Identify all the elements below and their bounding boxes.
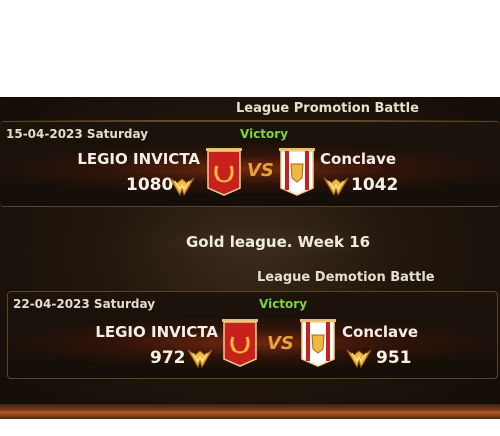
gold-wings-rank-icon — [169, 177, 195, 197]
match-2-left-team: LEGIO INVICTA — [95, 323, 218, 341]
gold-wings-rank-icon — [323, 177, 349, 197]
laurel-banner-icon — [206, 148, 242, 196]
gold-wings-rank-icon — [187, 349, 213, 369]
match-2-date: 22-04-2023 Saturday — [13, 297, 156, 311]
match-1-date: 15-04-2023 Saturday — [6, 127, 149, 141]
gold-wings-rank-icon — [346, 349, 372, 369]
match-2-left-score: 972 — [150, 348, 186, 368]
week-header: Gold league. Week 16 — [186, 233, 371, 251]
match-1-right-team: Conclave — [320, 150, 397, 168]
match-2-right-team: Conclave — [342, 323, 419, 341]
match-1-right-score: 1042 — [351, 175, 399, 195]
match-1-title: League Promotion Battle — [236, 101, 419, 116]
match-1-left-team: LEGIO INVICTA — [77, 150, 200, 168]
lion-banner-icon — [279, 148, 315, 196]
match-2-result: Victory — [259, 297, 308, 311]
match-1-vs: VS — [247, 160, 274, 181]
laurel-banner-icon — [222, 319, 258, 367]
match-2-title: League Demotion Battle — [257, 270, 435, 285]
match-2-vs: VS — [267, 333, 294, 354]
panel-bottom-edge — [0, 404, 500, 419]
match-1-result: Victory — [240, 127, 289, 141]
match-2-right-score: 951 — [376, 348, 412, 368]
match-1-left-score: 1080 — [126, 175, 174, 195]
lion-banner-icon — [300, 319, 336, 367]
